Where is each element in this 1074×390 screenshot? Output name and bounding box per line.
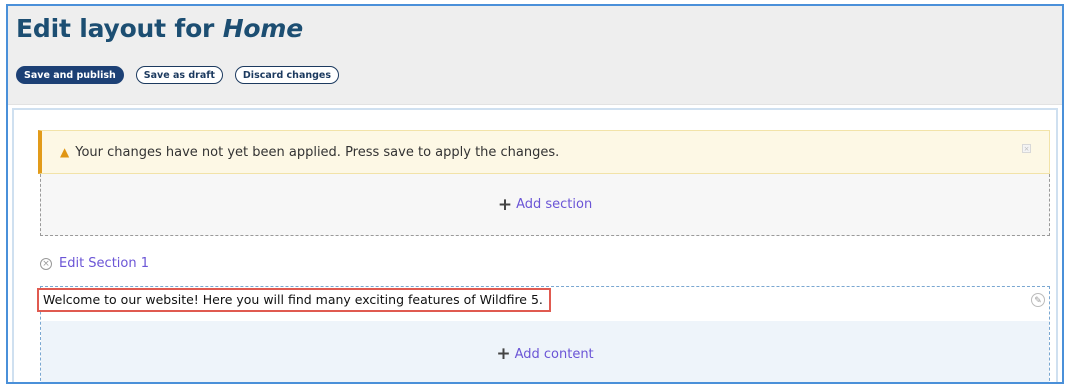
page-title: Edit layout for Home: [16, 14, 303, 43]
page-title-prefix: Edit layout for: [16, 14, 215, 43]
warning-triangle-icon: ▲: [60, 145, 70, 159]
add-content-button[interactable]: + Add content: [41, 321, 1049, 382]
highlighted-block-text: Welcome to our website! Here you will fi…: [37, 288, 551, 312]
text-block[interactable]: Welcome to our website! Here you will fi…: [37, 287, 1049, 321]
unsaved-changes-warning: ▲ Your changes have not yet been applied…: [38, 130, 1050, 174]
plus-icon: +: [497, 194, 513, 215]
section-header: × Edit Section 1: [40, 256, 149, 271]
dismiss-icon[interactable]: ×: [1022, 144, 1031, 153]
plus-icon: +: [496, 344, 511, 364]
discard-changes-button[interactable]: Discard changes: [234, 66, 340, 84]
save-and-publish-button[interactable]: Save and publish: [16, 66, 124, 84]
pencil-icon[interactable]: ✎: [1031, 293, 1045, 307]
page-header: Edit layout for Home Save and publish Sa…: [8, 6, 1062, 105]
page-title-node: Home: [222, 14, 304, 43]
add-section-label: Add section: [516, 197, 593, 212]
layout-content-area: ▲ Your changes have not yet been applied…: [12, 108, 1058, 382]
section-region: Welcome to our website! Here you will fi…: [37, 286, 1050, 382]
edit-section-link[interactable]: Edit Section 1: [59, 256, 149, 271]
warning-message: Your changes have not yet been applied. …: [75, 144, 560, 160]
save-as-draft-button[interactable]: Save as draft: [135, 66, 223, 84]
action-toolbar: Save and publish Save as draft Discard c…: [16, 66, 340, 84]
add-content-label: Add content: [514, 346, 594, 362]
layout-builder-frame: Edit layout for Home Save and publish Sa…: [6, 4, 1064, 384]
add-section-button[interactable]: + Add section: [40, 174, 1050, 236]
remove-section-icon[interactable]: ×: [40, 257, 52, 270]
